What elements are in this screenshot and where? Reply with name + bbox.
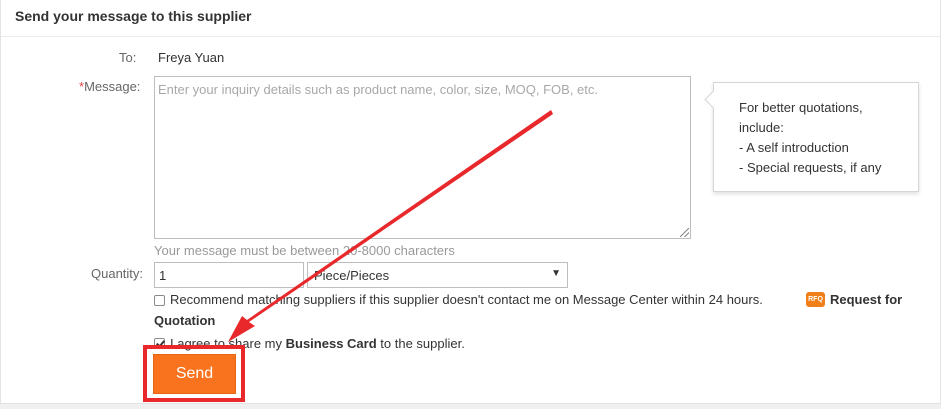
send-button[interactable]: Send — [153, 354, 236, 394]
unit-select[interactable]: Piece/Pieces ▼ — [307, 262, 568, 288]
recommend-checkbox[interactable] — [154, 295, 165, 306]
recommend-label: Recommend matching suppliers if this sup… — [170, 292, 763, 307]
recipient-name: Freya Yuan — [158, 50, 225, 65]
rfq-icon[interactable]: RFQ — [806, 292, 825, 307]
message-field-wrapper — [154, 76, 691, 239]
tip-line: include: — [739, 120, 784, 135]
message-textarea[interactable] — [155, 77, 690, 238]
quantity-input[interactable] — [155, 263, 303, 287]
rfq-link[interactable]: Request for — [830, 292, 902, 307]
chevron-down-icon: ▼ — [551, 268, 561, 279]
unit-selected-value: Piece/Pieces — [314, 268, 390, 283]
message-length-hint: Your message must be between 20-8000 cha… — [154, 243, 455, 258]
rfq-link-continued[interactable]: Quotation — [154, 313, 215, 328]
tip-line: - Special requests, if any — [739, 160, 882, 175]
share-text-post: to the supplier. — [376, 336, 465, 351]
tip-line: For better quotations, — [739, 100, 863, 115]
tip-line: - A self introduction — [739, 140, 849, 155]
panel-title: Send your message to this supplier — [15, 8, 252, 24]
title-divider — [1, 36, 940, 37]
business-card-text: Business Card — [285, 336, 377, 351]
message-label-text: Message: — [84, 79, 141, 94]
supplier-message-panel: Send your message to this supplier To: F… — [0, 0, 941, 404]
quantity-label: Quantity: — [91, 266, 144, 281]
message-label: *Message: — [79, 79, 140, 94]
quantity-field-wrapper — [154, 262, 304, 288]
quotation-tip-box: For better quotations, include: - A self… — [713, 82, 919, 192]
resize-handle[interactable] — [680, 228, 689, 237]
to-label: To: — [119, 50, 137, 65]
